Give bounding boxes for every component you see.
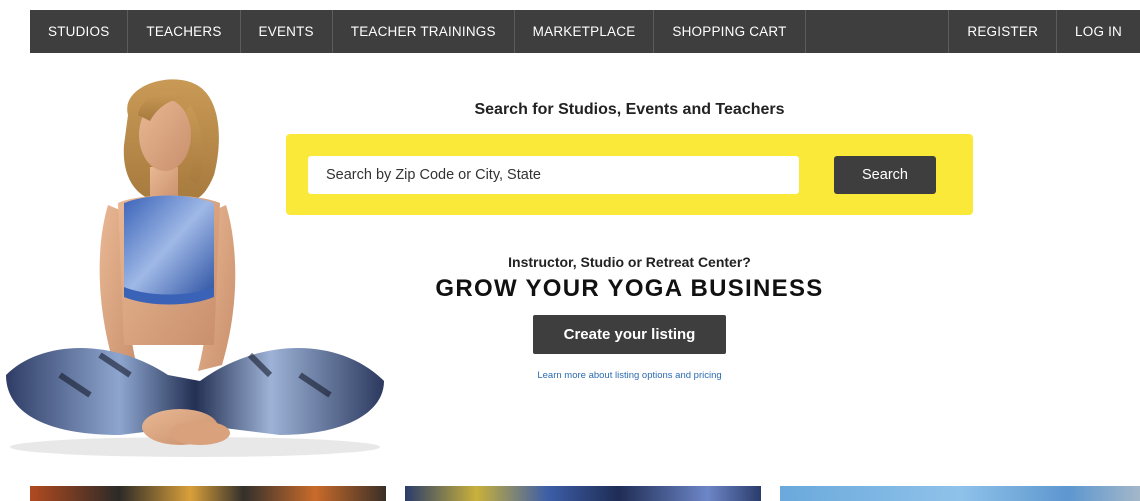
search-button[interactable]: Search	[834, 156, 936, 194]
nav-item-studios[interactable]: STUDIOS	[30, 10, 129, 53]
nav-item-marketplace[interactable]: MARKETPLACE	[515, 10, 655, 53]
nav-item-events[interactable]: EVENTS	[241, 10, 333, 53]
feature-tile-image-1[interactable]	[30, 486, 386, 501]
nav-item-log-in[interactable]: LOG IN	[1056, 10, 1140, 53]
nav-item-teachers[interactable]: TEACHERS	[128, 10, 241, 53]
create-listing-button[interactable]: Create your listing	[533, 315, 726, 354]
top-nav: STUDIOS TEACHERS EVENTS TEACHER TRAINING…	[30, 10, 1140, 53]
listing-options-link[interactable]: Learn more about listing options and pri…	[286, 370, 973, 381]
promo-title: GROW YOUR YOGA BUSINESS	[435, 275, 824, 302]
nav-right-group: REGISTER LOG IN	[948, 10, 1140, 53]
nav-item-teacher-trainings[interactable]: TEACHER TRAININGS	[333, 10, 515, 53]
nav-item-shopping-cart[interactable]: SHOPPING CART	[654, 10, 806, 53]
search-heading: Search for Studios, Events and Teachers	[474, 101, 785, 118]
feature-tile-image-2[interactable]	[405, 486, 761, 501]
page: STUDIOS TEACHERS EVENTS TEACHER TRAINING…	[0, 0, 1140, 501]
promo-subheading: Instructor, Studio or Retreat Center?	[508, 254, 751, 270]
search-panel: Search	[286, 134, 973, 215]
nav-left-group: STUDIOS TEACHERS EVENTS TEACHER TRAINING…	[30, 10, 806, 53]
nav-item-register[interactable]: REGISTER	[948, 10, 1056, 53]
search-input[interactable]	[308, 156, 799, 194]
feature-tile-image-3[interactable]	[780, 486, 1140, 501]
